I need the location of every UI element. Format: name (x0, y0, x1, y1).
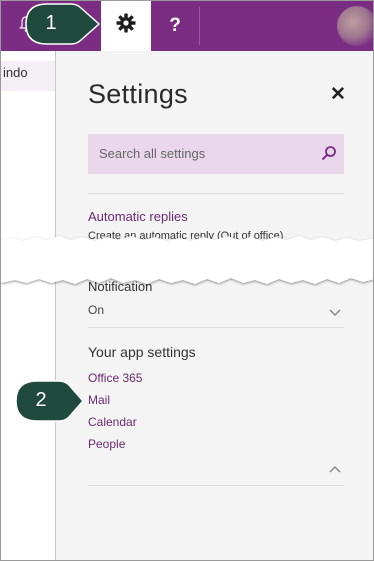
help-button[interactable]: ? (151, 1, 199, 51)
close-button[interactable]: ✕ (330, 84, 346, 105)
callout-number: 2 (35, 389, 47, 411)
search-input[interactable]: Search all settings (88, 134, 344, 174)
callout-number: 1 (45, 12, 57, 34)
chevron-down-icon[interactable] (328, 305, 342, 317)
divider (88, 327, 344, 328)
app-window: ? indo Settings ✕ Search all settings Au… (0, 0, 374, 561)
search-placeholder: Search all settings (99, 146, 206, 161)
close-icon: ✕ (330, 84, 346, 105)
app-link-office-365[interactable]: Office 365 (88, 371, 142, 385)
automatic-replies-link[interactable]: Automatic replies (88, 209, 188, 224)
torn-edge-overlay (1, 236, 373, 284)
folder-item[interactable]: indo (1, 61, 55, 91)
app-link-people[interactable]: People (88, 437, 125, 451)
settings-title: Settings (88, 79, 188, 109)
chevron-up-icon[interactable] (328, 461, 342, 473)
topbar-divider (199, 7, 200, 45)
divider (88, 485, 344, 486)
divider (88, 193, 344, 194)
folder-pane: indo (1, 51, 55, 560)
notifications-value: On (88, 303, 105, 317)
app-link-mail[interactable]: Mail (88, 393, 110, 407)
search-icon[interactable] (321, 145, 337, 161)
gear-icon (115, 12, 137, 40)
settings-button[interactable] (101, 1, 151, 51)
app-settings-heading: Your app settings (88, 344, 196, 360)
settings-panel: Settings ✕ Search all settings Automatic… (56, 51, 373, 560)
app-link-calendar[interactable]: Calendar (88, 415, 137, 429)
avatar[interactable] (337, 6, 373, 46)
callout-1: 1 (25, 3, 101, 45)
callout-2: 2 (15, 380, 84, 422)
